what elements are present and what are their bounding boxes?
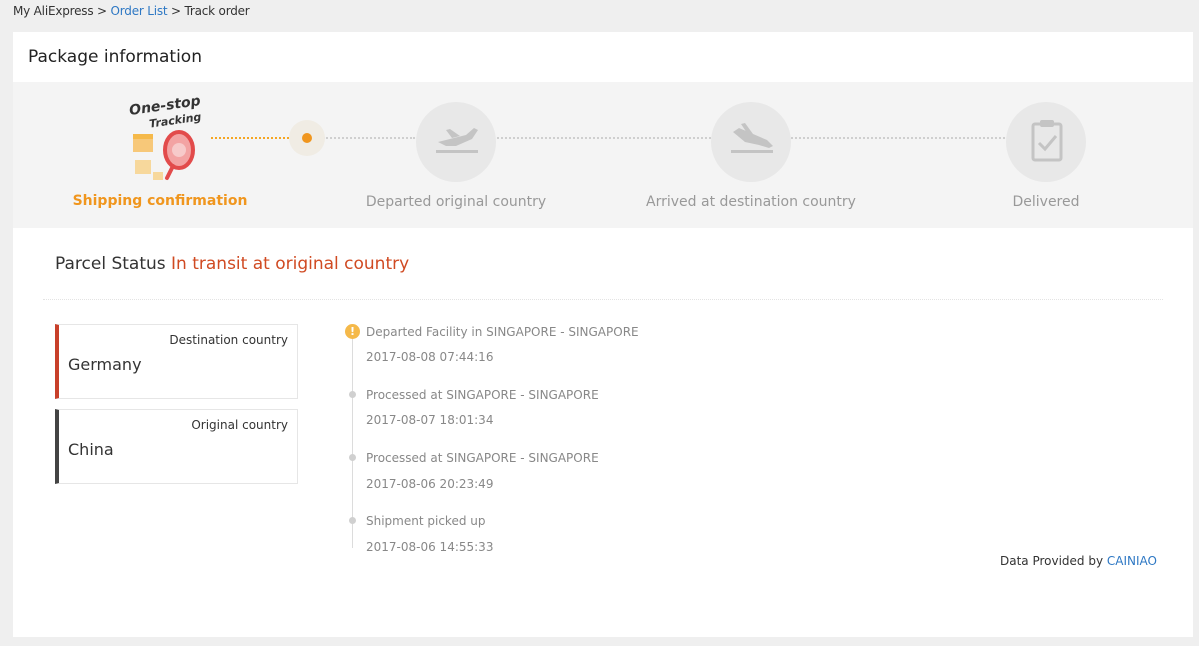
clipboard-check-icon [1031, 120, 1063, 162]
latest-event-alert-icon: ! [345, 324, 360, 339]
step-label-delivered: Delivered [1012, 194, 1080, 210]
breadcrumb-order-list-link[interactable]: Order List [111, 4, 168, 18]
package-card: Package information One-stop Tracking Sh… [13, 32, 1193, 637]
breadcrumb-separator: > [97, 4, 107, 18]
breadcrumb-current: Track order [184, 4, 250, 18]
page-title: Package information [28, 47, 202, 67]
timeline-event-time: 2017-08-08 07:44:16 [366, 350, 494, 364]
breadcrumb-home[interactable]: My AliExpress [13, 4, 94, 18]
timeline-dot [349, 517, 356, 524]
step-departed-circle [416, 102, 496, 182]
destination-country-caption: Destination country [169, 333, 288, 347]
plane-landing-icon [731, 123, 773, 153]
step-label-arrived: Arrived at destination country [646, 194, 856, 210]
parcel-status-label: Parcel Status [55, 254, 166, 274]
one-stop-tracking-logo: One-stop Tracking [123, 92, 223, 182]
timeline-dot [349, 391, 356, 398]
origin-country-caption: Original country [191, 418, 288, 432]
parcel-status-value: In transit at original country [171, 254, 410, 274]
destination-country-name: Germany [68, 355, 142, 374]
step-delivered-circle [1006, 102, 1086, 182]
data-provided-by-label: Data Provided by [999, 554, 1104, 568]
current-position-dot [302, 133, 312, 143]
breadcrumb-separator: > [171, 4, 181, 18]
timeline-event-time: 2017-08-07 18:01:34 [366, 413, 494, 427]
progress-connector [497, 137, 711, 139]
step-arrived-circle [711, 102, 791, 182]
progress-connector [791, 137, 1005, 139]
parcel-status: Parcel Status In transit at original cou… [55, 254, 409, 274]
timeline-event-time: 2017-08-06 14:55:33 [366, 540, 494, 554]
cainiao-link[interactable]: CAINIAO [1107, 554, 1157, 568]
step-label-departed: Departed original country [365, 194, 547, 210]
step-label-shipping-confirmation: Shipping confirmation [72, 193, 248, 209]
timeline-event-text: Processed at SINGAPORE - SINGAPORE [366, 388, 599, 402]
timeline-event-text: Processed at SINGAPORE - SINGAPORE [366, 451, 599, 465]
timeline-event-text: Departed Facility in SINGAPORE - SINGAPO… [366, 325, 639, 339]
breadcrumb: My AliExpress > Order List > Track order [13, 4, 250, 18]
progress-connector-done [211, 137, 293, 139]
destination-country-box: Destination country Germany [55, 324, 298, 399]
plane-takeoff-icon [436, 128, 478, 153]
divider [43, 299, 1163, 300]
tracking-progress: One-stop Tracking Shipping confirmation … [13, 82, 1193, 228]
data-provider-note: Data Provided by CAINIAO [1000, 554, 1157, 568]
timeline-event-time: 2017-08-06 20:23:49 [366, 477, 494, 491]
origin-country-name: China [68, 440, 114, 459]
timeline-event-text: Shipment picked up [366, 514, 486, 528]
timeline-dot [349, 454, 356, 461]
progress-connector [323, 137, 415, 139]
origin-country-box: Original country China [55, 409, 298, 484]
